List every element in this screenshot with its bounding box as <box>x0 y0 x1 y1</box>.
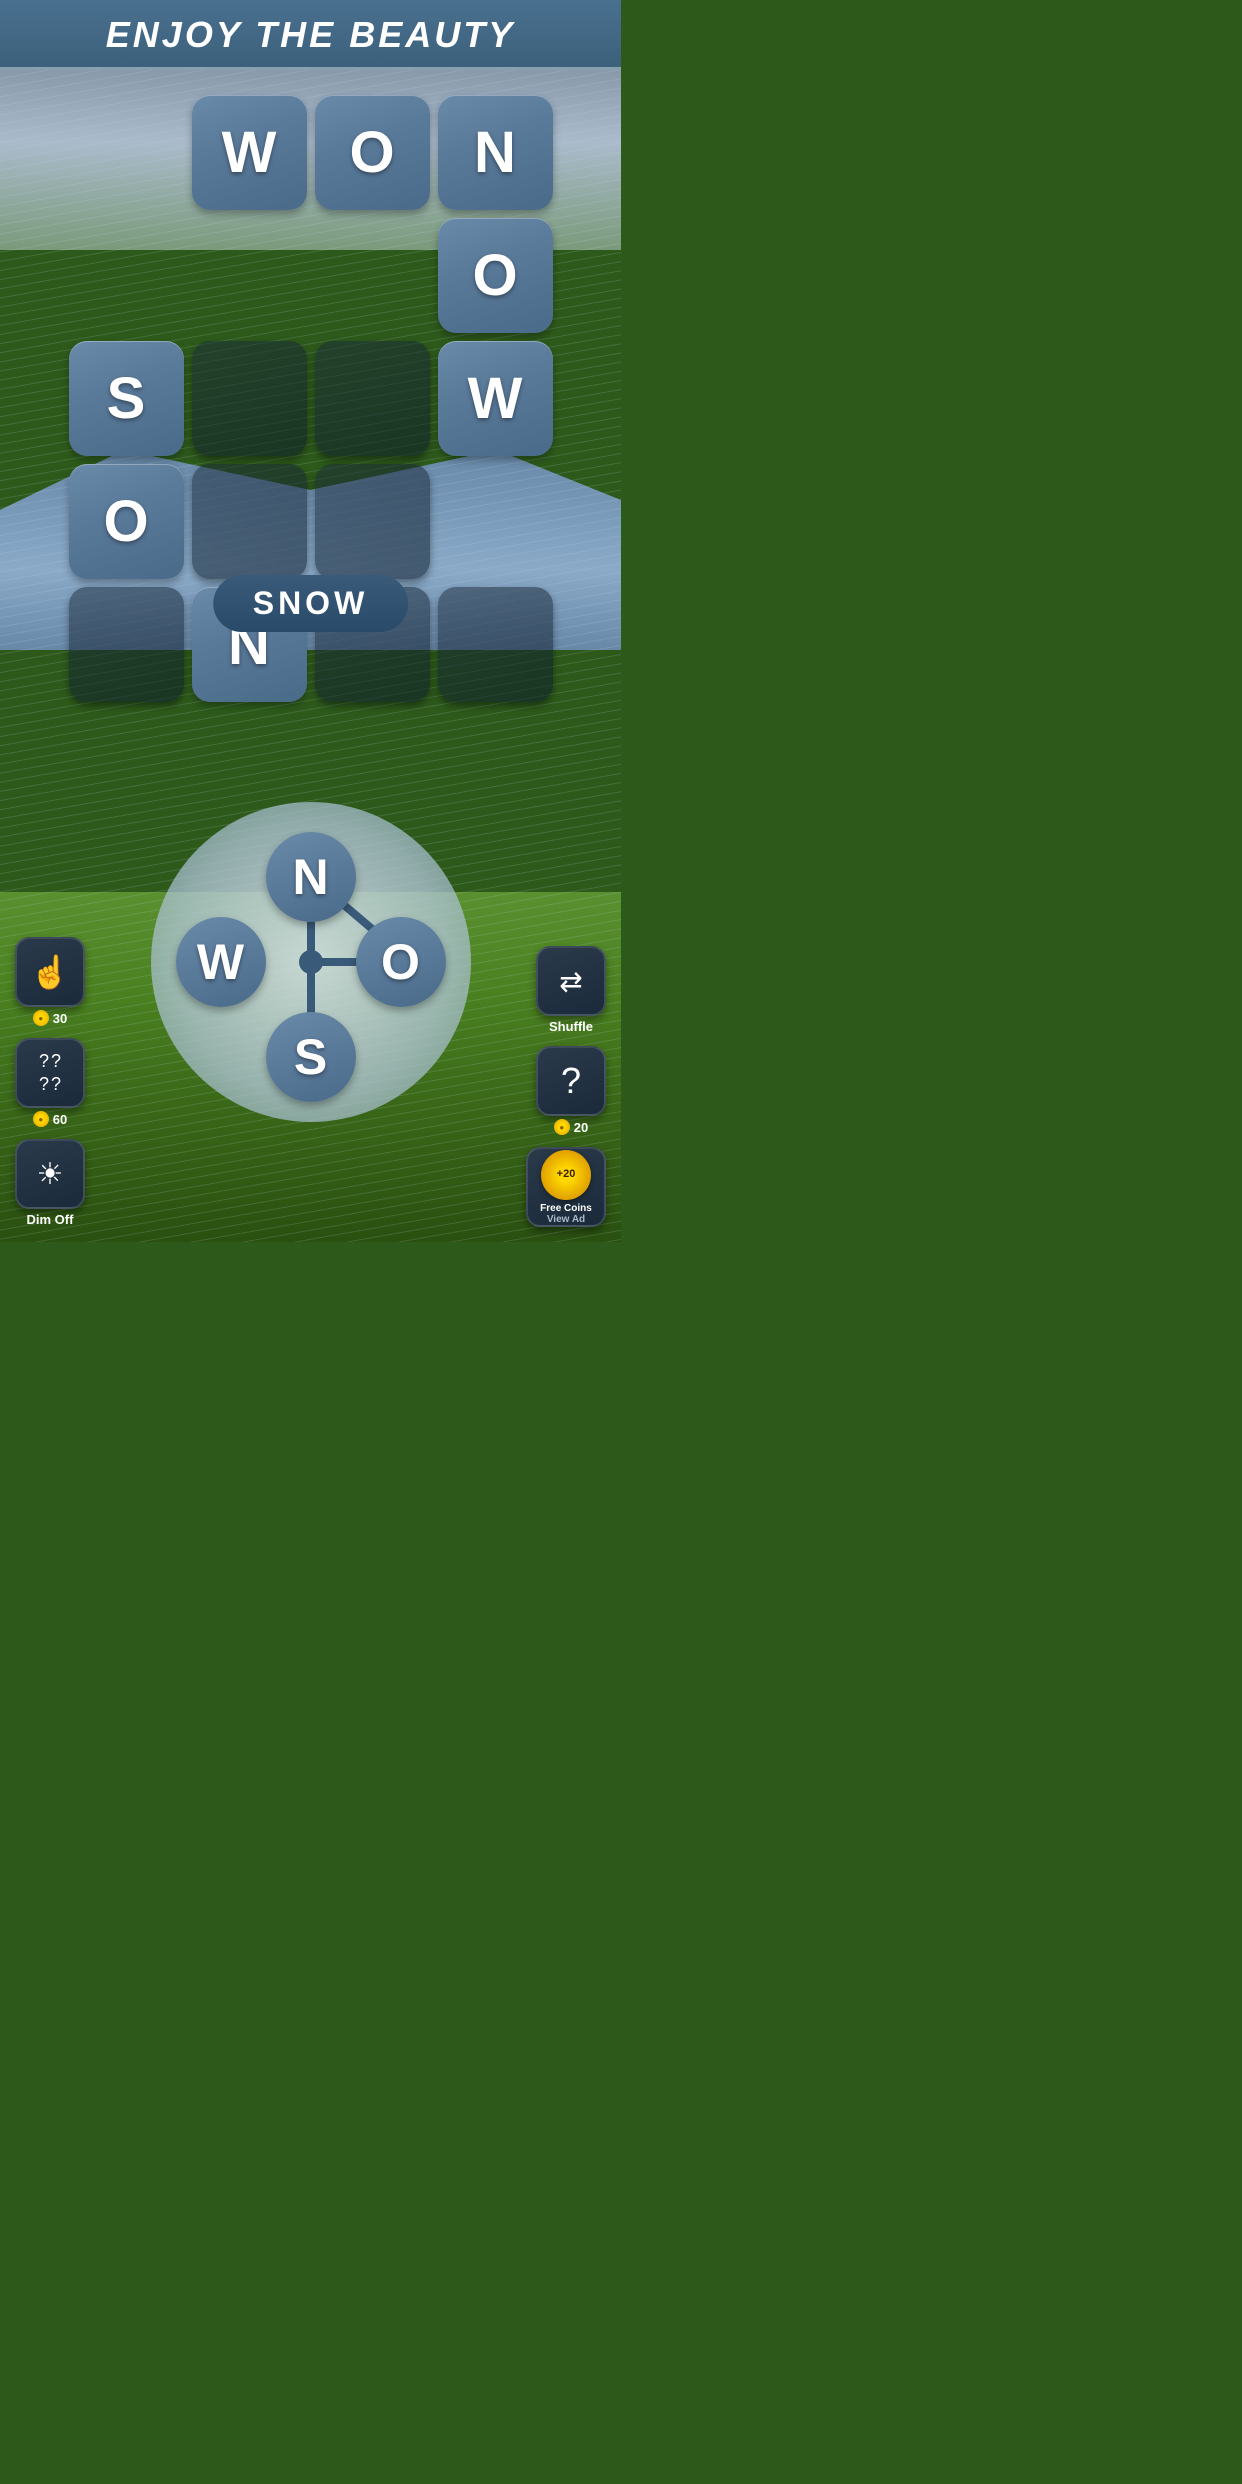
dim-button[interactable]: ☀ Dim Off <box>15 1139 85 1227</box>
mystery-cost: 20 <box>574 1120 588 1135</box>
tile-r3c2 <box>315 464 430 579</box>
dim-label: Dim Off <box>27 1212 74 1227</box>
tile-r0c3[interactable]: N <box>438 95 553 210</box>
tile-r1c0 <box>69 218 184 333</box>
tile-r0c1[interactable]: W <box>192 95 307 210</box>
dim-icon: ☀ <box>15 1139 85 1209</box>
shuffle-icon: ⇄ <box>536 946 606 1016</box>
tile-r1c3[interactable]: O <box>438 218 553 333</box>
tile-r1c1 <box>192 218 307 333</box>
tile-r4c0 <box>69 587 184 702</box>
mystery-icon: ? <box>536 1046 606 1116</box>
extra-hint-icon: ?? ?? <box>15 1038 85 1108</box>
mystery-label: ● 20 <box>554 1119 588 1135</box>
wheel-letter-n[interactable]: N <box>266 832 356 922</box>
hint-button[interactable]: ☝ ● 30 <box>15 937 85 1026</box>
word-display: SNOW <box>213 575 409 632</box>
left-buttons: ☝ ● 30 ?? ?? ● 60 ☀ <box>15 937 85 1227</box>
right-buttons: ⇄ Shuffle ? ● 20 +20 Free Coins View Ad <box>526 946 606 1227</box>
hint-cost: 30 <box>53 1011 67 1026</box>
free-coins-label: Free Coins <box>540 1203 592 1214</box>
free-coins-amount: +20 <box>557 1168 576 1180</box>
extra-hint-coin-icon: ● <box>33 1111 49 1127</box>
tile-r3c3 <box>438 464 553 579</box>
extra-hint-cost: 60 <box>53 1112 67 1127</box>
mystery-button[interactable]: ? ● 20 <box>536 1046 606 1135</box>
question-grid: ?? ?? <box>39 1051 61 1095</box>
tile-r3c0[interactable]: O <box>69 464 184 579</box>
view-ad-label: View Ad <box>547 1214 585 1225</box>
extra-hint-button[interactable]: ?? ?? ● 60 <box>15 1038 85 1127</box>
mystery-coin-icon: ● <box>554 1119 570 1135</box>
tile-r0c2[interactable]: O <box>315 95 430 210</box>
current-word: SNOW <box>253 585 369 621</box>
bottom-buttons: ☝ ● 30 ?? ?? ● 60 ☀ <box>0 937 621 1227</box>
hint-label: ● 30 <box>33 1010 67 1026</box>
tile-r1c2 <box>315 218 430 333</box>
hint-coin-icon: ● <box>33 1010 49 1026</box>
tile-r2c0[interactable]: S <box>69 341 184 456</box>
finger-icon: ☝ <box>30 953 70 991</box>
sun-icon: ☀ <box>37 1157 64 1192</box>
header-line <box>0 67 621 70</box>
header: ENJOY THE BEAUTY <box>0 0 621 70</box>
hint-icon: ☝ <box>15 937 85 1007</box>
free-coins-circle: +20 <box>541 1150 591 1200</box>
tile-r2c1 <box>192 341 307 456</box>
tile-r4c3 <box>438 587 553 702</box>
header-title: ENJOY THE BEAUTY <box>106 14 515 56</box>
tile-r0c0 <box>69 95 184 210</box>
tile-r3c1 <box>192 464 307 579</box>
tile-r2c3[interactable]: W <box>438 341 553 456</box>
free-coins-button[interactable]: +20 Free Coins View Ad <box>526 1147 606 1227</box>
tile-r2c2 <box>315 341 430 456</box>
shuffle-button[interactable]: ⇄ Shuffle <box>536 946 606 1034</box>
extra-hint-label: ● 60 <box>33 1111 67 1127</box>
shuffle-label: Shuffle <box>549 1019 593 1034</box>
